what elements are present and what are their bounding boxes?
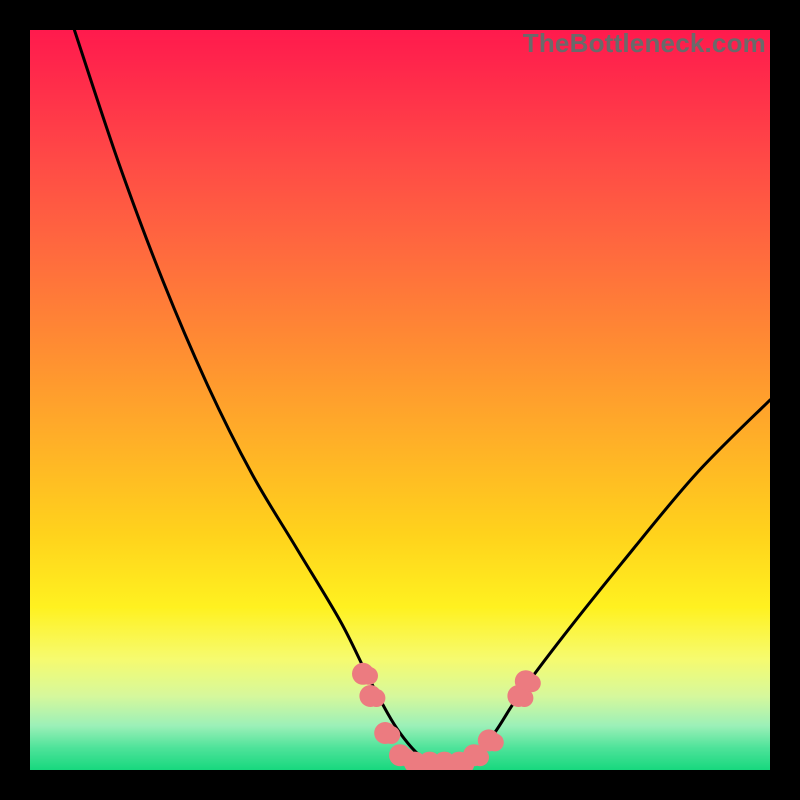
gradient-background [30,30,770,770]
chart-frame: TheBottleneck.com [0,0,800,800]
watermark-label: TheBottleneck.com [523,30,766,56]
